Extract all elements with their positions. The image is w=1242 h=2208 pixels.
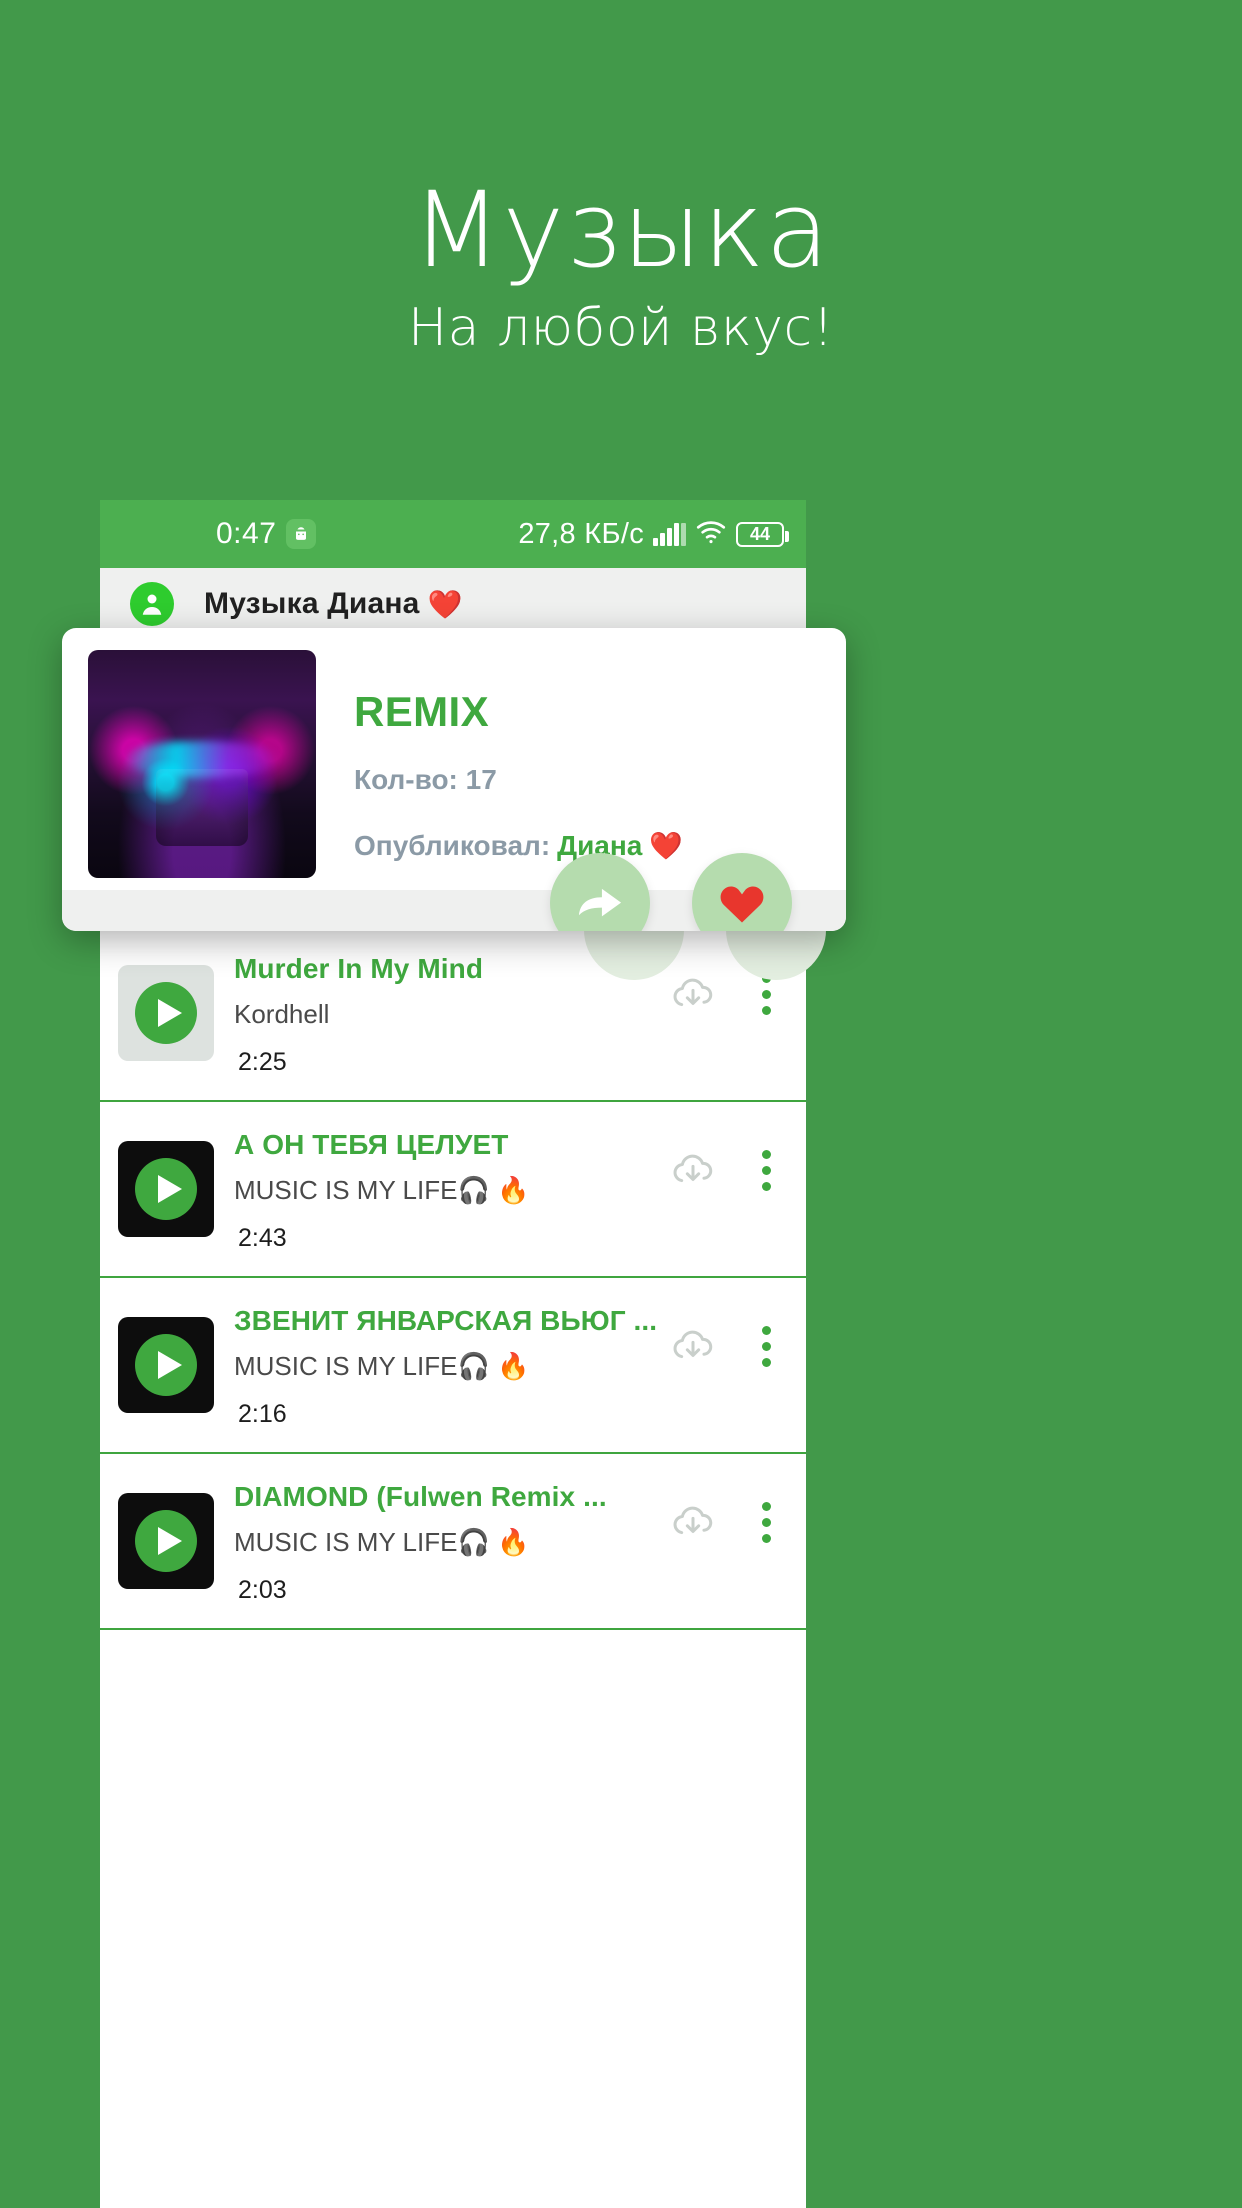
track-title: DIAMOND (Fulwen Remix ... [234, 1481, 607, 1512]
table-row[interactable]: DIAMOND (Fulwen Remix ... MUSIC IS MY LI… [100, 1454, 806, 1630]
more-vertical-icon[interactable] [756, 1496, 776, 1549]
battery-icon: 44 [736, 521, 789, 547]
track-artist: Kordhell [234, 999, 330, 1029]
track-thumbnail[interactable] [118, 1317, 214, 1413]
heart-icon[interactable] [692, 853, 792, 931]
track-list: Murder In My Mind Kordhell 2:25 А ОН ТЕБ… [100, 926, 806, 1630]
more-vertical-icon[interactable] [756, 1144, 776, 1197]
track-thumbnail[interactable] [118, 1493, 214, 1589]
app-bar-title-text: Музыка Диана [204, 587, 420, 620]
play-icon[interactable] [135, 1334, 197, 1396]
android-robot-icon [286, 519, 317, 549]
promo-subtitle: На любой вкус! [408, 298, 834, 358]
playlist-track-count: Кол-во: 17 [354, 764, 497, 795]
playlist-actions [550, 853, 792, 931]
album-art-neon-car[interactable] [88, 650, 316, 878]
track-meta: ЗВЕНИТ ЯНВАРСКАЯ ВЬЮГ ... MUSIC IS MY LI… [234, 1301, 668, 1429]
track-meta: DIAMOND (Fulwen Remix ... MUSIC IS MY LI… [234, 1477, 668, 1605]
wifi-icon [695, 519, 727, 550]
track-actions [668, 1496, 776, 1549]
track-thumbnail[interactable] [118, 965, 214, 1061]
playlist-publisher-label: Опубликовал: [354, 830, 551, 861]
promo-banner: Музыка На любой вкус! [0, 0, 1242, 500]
track-meta: А ОН ТЕБЯ ЦЕЛУЕТ MUSIC IS MY LIFE🎧 🔥 2:4… [234, 1125, 668, 1253]
track-actions [668, 1144, 776, 1197]
network-speed: 27,8 КБ/с [518, 517, 644, 550]
status-bar-right: 27,8 КБ/с 44 [518, 517, 789, 551]
playlist-card: REMIX Кол-во: 17 Опубликовал: Диана ❤️ [62, 628, 846, 931]
track-artist: MUSIC IS MY LIFE🎧 🔥 [234, 1527, 530, 1557]
track-duration: 2:43 [238, 1224, 287, 1252]
playlist-card-body: REMIX Кол-во: 17 Опубликовал: Диана ❤️ [62, 628, 846, 890]
play-icon[interactable] [135, 1158, 197, 1220]
signal-bars-icon [653, 522, 686, 546]
download-cloud-icon[interactable] [668, 1146, 718, 1196]
status-time: 0:47 [216, 517, 277, 550]
track-title: ЗВЕНИТ ЯНВАРСКАЯ ВЬЮГ ... [234, 1305, 658, 1336]
status-bar-left: 0:47 [216, 517, 317, 551]
play-icon[interactable] [135, 1510, 197, 1572]
heart-emoji: ❤️ [427, 588, 463, 620]
track-artist: MUSIC IS MY LIFE🎧 🔥 [234, 1351, 530, 1381]
table-row[interactable]: ЗВЕНИТ ЯНВАРСКАЯ ВЬЮГ ... MUSIC IS MY LI… [100, 1278, 806, 1454]
track-artist: MUSIC IS MY LIFE🎧 🔥 [234, 1175, 530, 1205]
promo-title: Музыка [411, 169, 831, 291]
track-duration: 2:25 [238, 1048, 287, 1076]
account-circle-icon[interactable] [130, 582, 174, 626]
status-bar: 0:47 27,8 КБ/с 44 [100, 500, 806, 568]
app-bar-title: Музыка Диана ❤️ [204, 587, 463, 621]
download-cloud-icon[interactable] [668, 1498, 718, 1548]
track-duration: 2:03 [238, 1576, 287, 1604]
track-actions [668, 1320, 776, 1373]
track-duration: 2:16 [238, 1400, 287, 1428]
table-row[interactable]: А ОН ТЕБЯ ЦЕЛУЕТ MUSIC IS MY LIFE🎧 🔥 2:4… [100, 1102, 806, 1278]
track-thumbnail[interactable] [118, 1141, 214, 1237]
share-arrow-icon[interactable] [550, 853, 650, 931]
battery-level: 44 [749, 524, 771, 544]
more-vertical-icon[interactable] [756, 1320, 776, 1373]
play-icon[interactable] [135, 982, 197, 1044]
track-title: А ОН ТЕБЯ ЦЕЛУЕТ [234, 1129, 509, 1160]
download-cloud-icon[interactable] [668, 1322, 718, 1372]
playlist-title: REMIX [354, 688, 490, 735]
